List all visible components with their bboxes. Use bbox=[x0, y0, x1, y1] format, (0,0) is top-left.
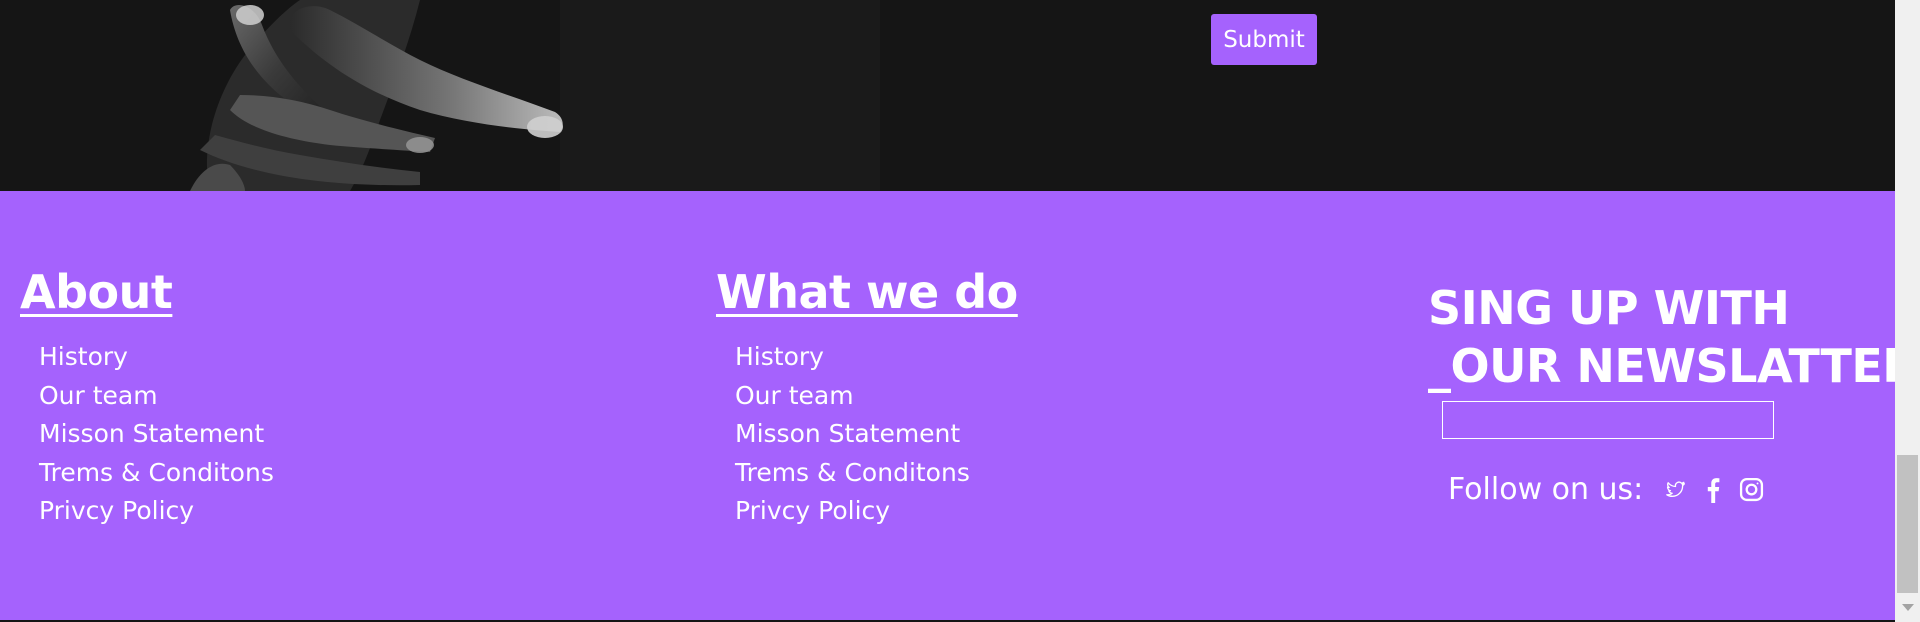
submit-button[interactable]: Submit bbox=[1211, 14, 1317, 65]
newsletter-heading-line1: SING UP WITH bbox=[1428, 281, 1790, 335]
hero-section: Submit bbox=[0, 0, 1895, 191]
follow-row: Follow on us: bbox=[1448, 472, 1888, 507]
about-links: History Our team Misson Statement Trems … bbox=[39, 338, 274, 531]
what-we-do-link-history[interactable]: History bbox=[735, 338, 1018, 377]
what-we-do-link-terms-conditions[interactable]: Trems & Conditons bbox=[735, 454, 1018, 493]
what-we-do-link-mission-statement[interactable]: Misson Statement bbox=[735, 415, 1018, 454]
what-we-do-heading[interactable]: What we do bbox=[716, 264, 1018, 320]
facebook-icon[interactable] bbox=[1705, 477, 1721, 503]
about-link-our-team[interactable]: Our team bbox=[39, 377, 274, 416]
about-link-mission-statement[interactable]: Misson Statement bbox=[39, 415, 274, 454]
about-column: About History Our team Misson Statement … bbox=[20, 264, 274, 531]
newsletter-email-input[interactable] bbox=[1442, 401, 1774, 439]
hands-image bbox=[0, 0, 900, 191]
newsletter-section: SING UP WITH _OUR NEWSLATTER Follow on u… bbox=[1428, 279, 1918, 507]
follow-label: Follow on us: bbox=[1448, 472, 1644, 507]
scrollbar-thumb[interactable] bbox=[1897, 455, 1918, 593]
what-we-do-link-our-team[interactable]: Our team bbox=[735, 377, 1018, 416]
instagram-icon[interactable] bbox=[1739, 477, 1764, 502]
vertical-scrollbar[interactable] bbox=[1895, 0, 1920, 622]
about-link-history[interactable]: History bbox=[39, 338, 274, 377]
newsletter-heading: SING UP WITH _OUR NEWSLATTER bbox=[1428, 279, 1918, 395]
what-we-do-column: What we do History Our team Misson State… bbox=[716, 264, 1018, 531]
what-we-do-links: History Our team Misson Statement Trems … bbox=[735, 338, 1018, 531]
twitter-icon[interactable] bbox=[1665, 480, 1687, 500]
about-heading[interactable]: About bbox=[20, 264, 274, 320]
social-icons bbox=[1665, 477, 1764, 503]
what-we-do-link-privacy-policy[interactable]: Privcy Policy bbox=[735, 492, 1018, 531]
footer: About History Our team Misson Statement … bbox=[0, 191, 1918, 620]
newsletter-heading-line2: _OUR NEWSLATTER bbox=[1428, 339, 1918, 393]
scroll-down-arrow-icon[interactable] bbox=[1895, 597, 1920, 619]
about-link-privacy-policy[interactable]: Privcy Policy bbox=[39, 492, 274, 531]
about-link-terms-conditions[interactable]: Trems & Conditons bbox=[39, 454, 274, 493]
